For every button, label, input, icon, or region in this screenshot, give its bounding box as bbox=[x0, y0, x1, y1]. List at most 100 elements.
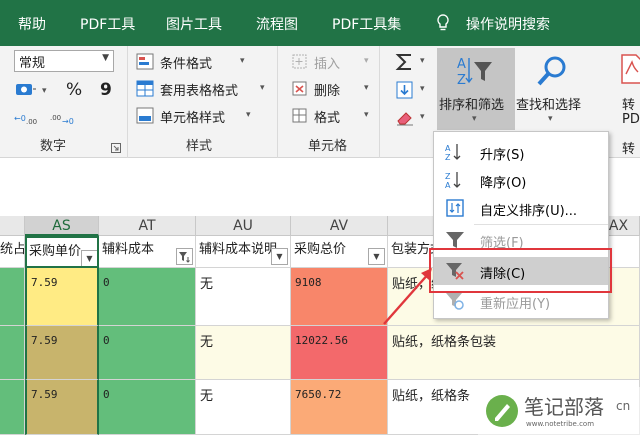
header-cell-partial[interactable]: 统占 bbox=[0, 236, 25, 268]
chevron-down-icon: ▾ bbox=[548, 114, 553, 124]
chevron-down-icon[interactable]: ▾ bbox=[420, 112, 425, 122]
data-cell[interactable] bbox=[0, 326, 25, 380]
data-cell-material-note[interactable]: 无 bbox=[196, 326, 291, 380]
search-help[interactable]: 操作说明搜索 bbox=[466, 14, 550, 34]
column-header-at[interactable]: AT bbox=[99, 216, 196, 236]
pdf-document-icon bbox=[621, 54, 640, 84]
chevron-down-icon[interactable]: ▾ bbox=[420, 56, 425, 66]
format-as-table-label: 套用表格格式 bbox=[160, 84, 239, 99]
decrease-decimal-icon[interactable]: .00 →0 bbox=[50, 110, 78, 126]
data-cell-purchase-price[interactable]: 7.59 bbox=[25, 268, 99, 326]
number-format-select[interactable]: 常规 ▼ bbox=[14, 50, 114, 72]
chevron-down-icon: ▼ bbox=[102, 53, 109, 63]
sort-filter-button[interactable]: A Z 排序和筛选 ▾ bbox=[437, 48, 515, 130]
menu-item-label: 降序(O) bbox=[480, 176, 527, 191]
funnel-icon bbox=[179, 252, 190, 263]
filter-active-icon[interactable] bbox=[176, 248, 193, 265]
data-cell-purchase-price[interactable]: 7.59 bbox=[25, 380, 99, 435]
filter-dropdown-icon[interactable]: ▼ bbox=[81, 250, 97, 266]
data-cell[interactable] bbox=[0, 380, 25, 435]
filter-icon bbox=[446, 232, 464, 248]
reapply-icon bbox=[446, 293, 464, 310]
custom-sort-icon bbox=[446, 199, 464, 217]
data-cell-total-price[interactable]: 9108 bbox=[291, 268, 388, 326]
conditional-format-label: 条件格式 bbox=[160, 57, 213, 72]
autosum-icon[interactable] bbox=[394, 52, 416, 72]
conditional-format-button[interactable]: 条件格式 ▾ bbox=[136, 52, 276, 74]
cell-styles-button[interactable]: 单元格样式 ▾ bbox=[136, 106, 276, 128]
insert-button[interactable]: 插入 ▾ bbox=[290, 52, 378, 74]
chevron-down-icon: ▾ bbox=[246, 110, 251, 120]
filter-dropdown-icon[interactable]: ▼ bbox=[271, 248, 288, 265]
number-group-label: 数字 bbox=[40, 139, 67, 154]
menu-item-sort-descending[interactable]: Z A 降序(O) bbox=[434, 166, 608, 194]
header-label: 采购单价 bbox=[29, 244, 82, 259]
menu-image-tools[interactable]: 图片工具 bbox=[166, 14, 222, 34]
chevron-down-icon: ▾ bbox=[364, 83, 369, 93]
data-cell-packaging[interactable]: 贴纸，纸格条包装 bbox=[388, 326, 640, 380]
format-label: 格式 bbox=[314, 111, 341, 126]
comma-style-button[interactable]: 9 bbox=[100, 80, 112, 100]
column-header-av[interactable]: AV bbox=[291, 216, 388, 236]
chevron-down-icon: ▾ bbox=[364, 56, 369, 66]
chevron-down-icon: ▾ bbox=[260, 83, 265, 93]
header-cell-purchase-price[interactable]: 采购单价 ▼ bbox=[25, 236, 99, 268]
data-cell-material-cost[interactable]: 0 bbox=[99, 268, 196, 326]
svg-text:.00: .00 bbox=[26, 118, 37, 126]
column-header-au[interactable]: AU bbox=[196, 216, 291, 236]
eraser-icon[interactable] bbox=[394, 108, 416, 128]
chevron-down-icon: ▾ bbox=[364, 110, 369, 120]
menu-divider bbox=[474, 224, 608, 225]
sort-filter-icon: A Z bbox=[457, 57, 492, 88]
data-cell-purchase-price[interactable]: 7.59 bbox=[25, 326, 99, 380]
data-cell-material-cost[interactable]: 0 bbox=[99, 380, 196, 435]
watermark: 笔记部落 cn www.notetribe.com bbox=[478, 387, 640, 435]
data-cell-material-note[interactable]: 无 bbox=[196, 380, 291, 435]
header-cell-material-cost-note[interactable]: 辅料成本说明 ▼ bbox=[196, 236, 291, 268]
watermark-url: www.notetribe.com bbox=[526, 420, 595, 428]
data-cell-material-cost[interactable]: 0 bbox=[99, 326, 196, 380]
table-icon bbox=[136, 80, 154, 97]
delete-button[interactable]: 删除 ▾ bbox=[290, 79, 378, 101]
dialog-launcher-icon[interactable] bbox=[111, 143, 121, 153]
menu-item-label: 重新应用(Y) bbox=[480, 297, 551, 312]
currency-icon[interactable] bbox=[14, 80, 38, 100]
sort-descending-icon: Z A bbox=[445, 172, 461, 190]
format-button[interactable]: 格式 ▾ bbox=[290, 106, 378, 128]
menu-item-label: 升序(S) bbox=[480, 148, 525, 163]
sort-ascending-icon: A Z bbox=[445, 144, 461, 162]
data-cell-total-price[interactable]: 7650.72 bbox=[291, 380, 388, 435]
header-cell-total-price[interactable]: 采购总价 ▼ bbox=[291, 236, 388, 268]
increase-decimal-icon[interactable]: ←0 .00 bbox=[14, 110, 42, 126]
conditional-format-icon bbox=[136, 53, 154, 70]
format-as-table-button[interactable]: 套用表格格式 ▾ bbox=[136, 79, 276, 101]
column-header-as[interactable]: AS bbox=[25, 216, 99, 236]
menu-item-custom-sort[interactable]: 自定义排序(U)... bbox=[434, 194, 608, 222]
header-cell-material-cost[interactable]: 辅料成本 bbox=[99, 236, 196, 268]
menu-pdf-tools[interactable]: PDF工具 bbox=[80, 14, 135, 34]
menu-item-label: 自定义排序(U)... bbox=[480, 204, 578, 219]
column-header-partial[interactable] bbox=[0, 216, 25, 236]
chevron-down-icon[interactable]: ▾ bbox=[42, 86, 47, 96]
number-format-value: 常规 bbox=[19, 56, 46, 71]
menu-flowchart[interactable]: 流程图 bbox=[256, 14, 298, 34]
svg-text:A: A bbox=[445, 144, 451, 153]
data-cell-total-price[interactable]: 12022.56 bbox=[291, 326, 388, 380]
menu-pdf-toolset[interactable]: PDF工具集 bbox=[332, 14, 401, 34]
convert-pdf-button[interactable]: 转 PD 转 bbox=[608, 48, 640, 157]
svg-text:A: A bbox=[457, 57, 466, 72]
menu-item-sort-ascending[interactable]: A Z 升序(S) bbox=[434, 138, 608, 166]
find-select-button[interactable]: 查找和选择 ▾ bbox=[516, 48, 590, 130]
percent-button[interactable]: % bbox=[66, 80, 82, 100]
data-cell-material-note[interactable]: 无 bbox=[196, 268, 291, 326]
cells-group-label: 单元格 bbox=[308, 139, 348, 154]
data-cell[interactable] bbox=[0, 268, 25, 326]
delete-cells-icon bbox=[292, 81, 307, 96]
header-label: 辅料成本 bbox=[102, 242, 155, 257]
annotation-highlight-box bbox=[429, 248, 612, 293]
fill-icon[interactable] bbox=[394, 80, 416, 100]
menu-help[interactable]: 帮助 bbox=[18, 14, 46, 34]
chevron-down-icon[interactable]: ▾ bbox=[420, 84, 425, 94]
svg-text:Z: Z bbox=[457, 73, 466, 88]
magnifier-icon bbox=[537, 56, 566, 86]
